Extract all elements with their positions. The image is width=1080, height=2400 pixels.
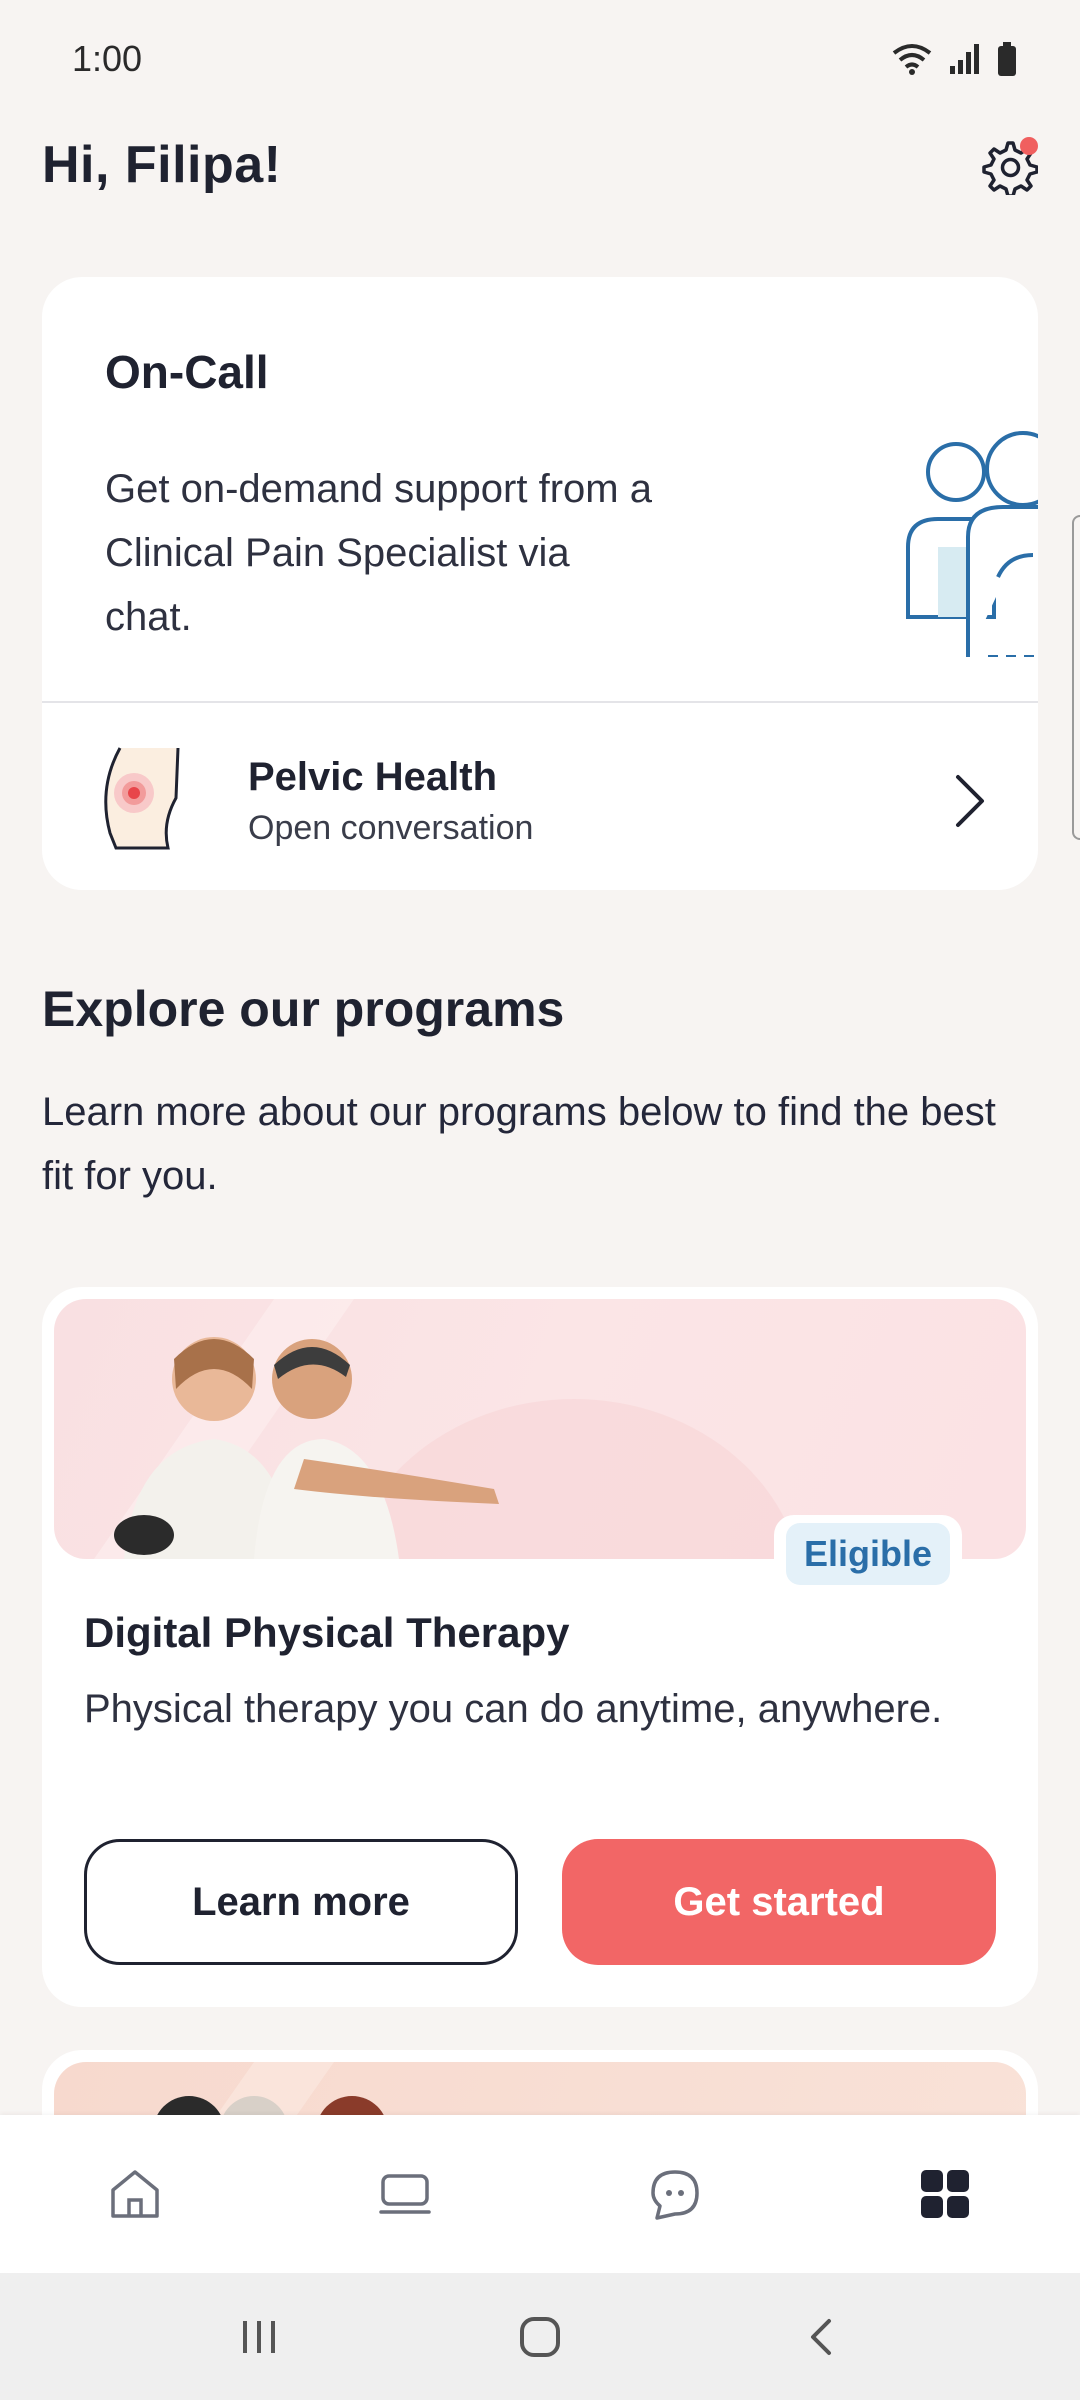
wifi-icon bbox=[892, 44, 932, 75]
greeting-title: Hi, Filipa! bbox=[42, 136, 282, 194]
eligible-badge-label: Eligible bbox=[785, 1523, 950, 1585]
recent-apps-icon[interactable] bbox=[237, 2315, 281, 2359]
pelvic-icon bbox=[104, 747, 180, 850]
explore-title: Explore our programs bbox=[42, 981, 565, 1037]
grid-icon bbox=[921, 2170, 969, 2218]
pelvic-health-conversation[interactable]: Pelvic Health Open conversation bbox=[42, 703, 1038, 890]
battery-icon bbox=[998, 42, 1016, 76]
settings-button[interactable] bbox=[978, 135, 1039, 198]
nav-chat[interactable] bbox=[630, 2149, 720, 2239]
nav-home[interactable] bbox=[90, 2149, 180, 2239]
nav-programs[interactable] bbox=[900, 2149, 990, 2239]
nav-sessions[interactable] bbox=[360, 2149, 450, 2239]
oncall-card: On-Call Get on-demand support from a Cli… bbox=[42, 277, 1038, 890]
program-card: Eligible Digital Physical Therapy Physic… bbox=[42, 1287, 1038, 2007]
bottom-navigation bbox=[0, 2115, 1080, 2273]
program-title: Digital Physical Therapy bbox=[84, 1609, 570, 1656]
chevron-right-icon bbox=[956, 775, 984, 827]
chat-icon bbox=[651, 2170, 699, 2220]
oncall-title: On-Call bbox=[105, 346, 269, 398]
notification-dot bbox=[1020, 137, 1038, 155]
status-bar: 1:00 bbox=[0, 0, 1080, 118]
home-button-icon[interactable] bbox=[516, 2313, 564, 2361]
header: Hi, Filipa! bbox=[42, 125, 1039, 205]
laptop-icon bbox=[379, 2174, 431, 2214]
back-icon[interactable] bbox=[799, 2315, 843, 2359]
eligible-badge: Eligible bbox=[773, 1515, 962, 1593]
specialists-illustration bbox=[906, 431, 1038, 657]
learn-more-button[interactable]: Learn more bbox=[84, 1839, 518, 1965]
program-description: Physical therapy you can do anytime, any… bbox=[84, 1687, 943, 1731]
system-navigation bbox=[0, 2273, 1080, 2400]
get-started-button[interactable]: Get started bbox=[562, 1839, 996, 1965]
scroll-handle[interactable] bbox=[1072, 515, 1080, 840]
explore-description: Learn more about our programs below to f… bbox=[42, 1090, 996, 1198]
conversation-title: Pelvic Health bbox=[248, 755, 498, 799]
status-icons bbox=[890, 41, 1018, 77]
conversation-subtitle: Open conversation bbox=[248, 809, 534, 847]
status-time: 1:00 bbox=[72, 38, 143, 79]
home-icon bbox=[111, 2170, 159, 2218]
oncall-description: Get on-demand support from a Clinical Pa… bbox=[105, 467, 652, 639]
signal-icon bbox=[950, 44, 979, 74]
